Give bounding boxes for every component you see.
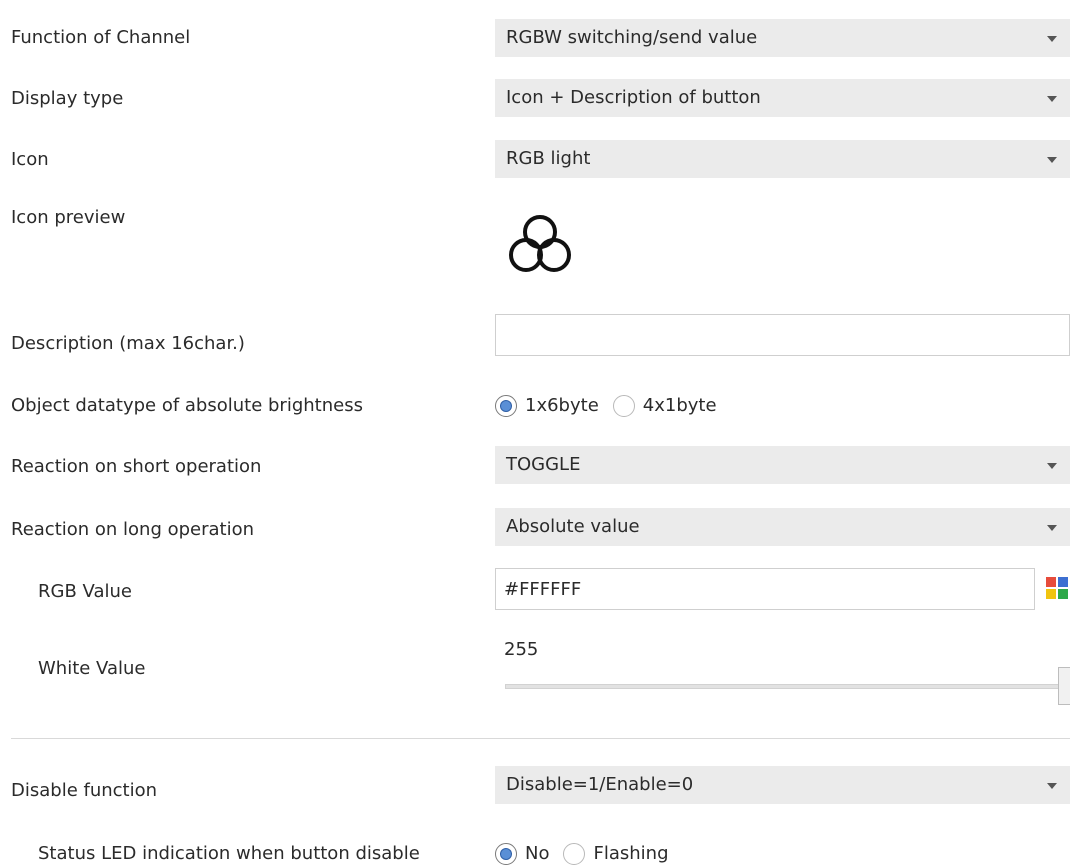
white-value-slider-track[interactable] (505, 684, 1060, 689)
description-input[interactable] (495, 314, 1070, 356)
radio-flashing-label: Flashing (593, 843, 669, 864)
disable-function-value: Disable=1/Enable=0 (506, 774, 694, 795)
radio-1x6byte-label: 1x6byte (525, 395, 599, 416)
chevron-down-icon (1047, 783, 1057, 789)
chevron-down-icon (1047, 157, 1057, 163)
disable-function-label: Disable function (11, 780, 158, 801)
radio-4x1byte[interactable] (612, 395, 635, 417)
rgb-circles-icon (509, 215, 571, 272)
short-operation-value: TOGGLE (506, 454, 581, 475)
white-value-readout: 255 (504, 639, 539, 660)
icon-value: RGB light (506, 148, 591, 169)
display-type-value: Icon + Description of button (506, 87, 761, 108)
icon-preview-label: Icon preview (11, 207, 126, 228)
disable-function-dropdown[interactable]: Disable=1/Enable=0 (495, 766, 1070, 804)
function-of-channel-dropdown[interactable]: RGBW switching/send value (495, 19, 1070, 57)
function-of-channel-value: RGBW switching/send value (506, 27, 758, 48)
section-divider (11, 738, 1070, 739)
long-operation-dropdown[interactable]: Absolute value (495, 508, 1070, 546)
radio-1x6byte[interactable] (495, 395, 517, 417)
short-operation-dropdown[interactable]: TOGGLE (495, 446, 1070, 484)
status-led-label: Status LED indication when button disabl… (38, 843, 420, 864)
chevron-down-icon (1047, 36, 1057, 42)
display-type-label: Display type (11, 88, 124, 109)
color-palette-icon[interactable] (1046, 577, 1070, 601)
white-value-label: White Value (38, 658, 146, 679)
icon-dropdown[interactable]: RGB light (495, 140, 1070, 178)
rgb-value-input[interactable] (495, 568, 1035, 610)
chevron-down-icon (1047, 96, 1057, 102)
function-of-channel-label: Function of Channel (11, 27, 191, 48)
chevron-down-icon (1047, 463, 1057, 469)
object-datatype-label: Object datatype of absolute brightness (11, 395, 363, 416)
icon-label: Icon (11, 149, 49, 170)
object-datatype-radio-group: 1x6byte 4x1byte (495, 392, 731, 420)
radio-no-label: No (525, 843, 550, 864)
long-operation-label: Reaction on long operation (11, 519, 255, 540)
description-label: Description (max 16char.) (11, 333, 245, 354)
radio-flashing[interactable] (563, 843, 586, 865)
display-type-dropdown[interactable]: Icon + Description of button (495, 79, 1070, 117)
radio-no[interactable] (495, 843, 517, 865)
long-operation-value: Absolute value (506, 516, 640, 537)
rgb-value-label: RGB Value (38, 581, 132, 602)
status-led-radio-group: No Flashing (495, 840, 683, 868)
radio-4x1byte-label: 4x1byte (642, 395, 717, 416)
chevron-down-icon (1047, 525, 1057, 531)
white-value-slider-thumb[interactable] (1058, 667, 1070, 705)
short-operation-label: Reaction on short operation (11, 456, 262, 477)
